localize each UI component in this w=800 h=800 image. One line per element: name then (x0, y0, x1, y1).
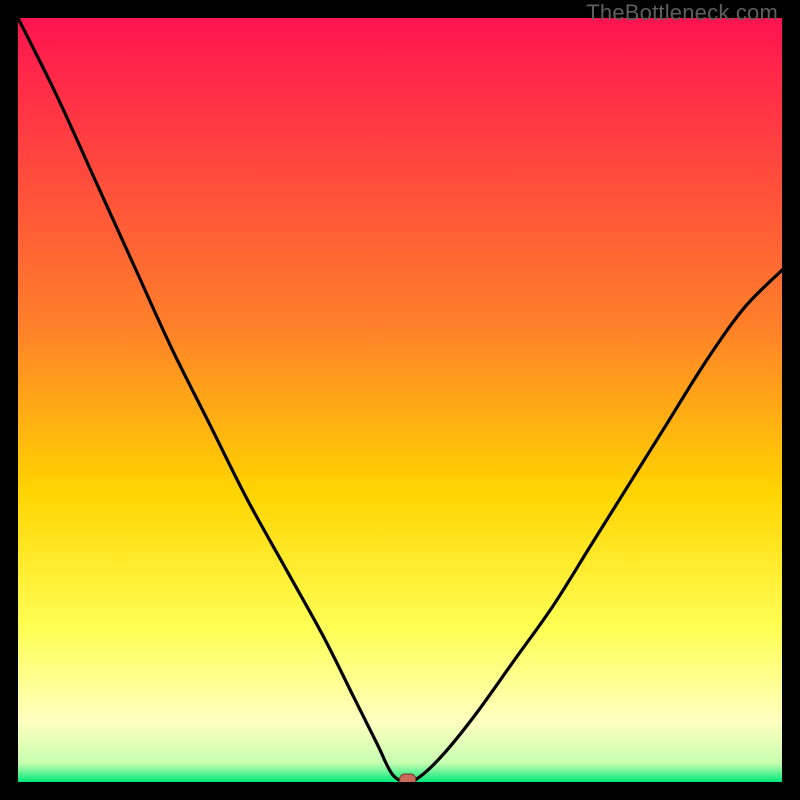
chart-frame: TheBottleneck.com (0, 0, 800, 800)
watermark-text: TheBottleneck.com (586, 0, 778, 26)
plot-area (18, 18, 782, 782)
bottleneck-curve (18, 18, 782, 782)
